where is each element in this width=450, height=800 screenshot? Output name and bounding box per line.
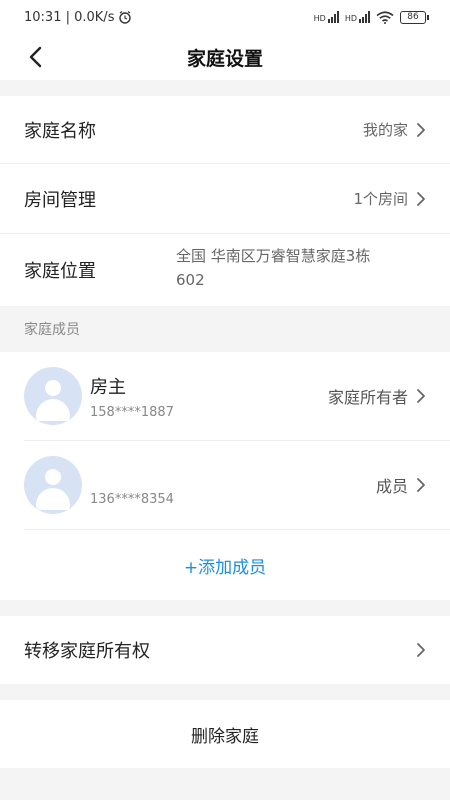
member-name: 房主 [90, 376, 126, 398]
back-button[interactable] [20, 42, 50, 72]
delete-family-button[interactable]: 删除家庭 [0, 700, 450, 768]
avatar [24, 367, 82, 425]
page-title: 家庭设置 [186, 47, 263, 70]
chevron-left-icon [29, 46, 42, 68]
chevron-right-icon [417, 643, 425, 657]
wifi-icon [376, 10, 394, 24]
family-name-value: 我的家 [362, 121, 408, 139]
battery-icon: 86 [400, 10, 429, 24]
avatar [24, 456, 82, 514]
members-section: 房主 158****1887 家庭所有者 136****8354 成员 +添加成… [0, 352, 450, 600]
member-role: 家庭所有者 [327, 388, 408, 407]
room-management-row[interactable]: 房间管理 1个房间 [0, 164, 450, 234]
family-location-value: 全国 华南区万睿智慧家庭3栋 602 [176, 244, 370, 292]
family-location-line1: 全国 华南区万睿智慧家庭3栋 [176, 247, 371, 265]
family-location-row[interactable]: 家庭位置 全国 华南区万睿智慧家庭3栋 602 [0, 234, 450, 306]
chevron-right-icon [417, 478, 425, 492]
add-member-button[interactable]: +添加成员 [0, 530, 450, 600]
family-name-label: 家庭名称 [24, 120, 96, 142]
status-time: 10:31 | 0.0K/s [24, 9, 115, 25]
member-phone: 158****1887 [90, 404, 174, 420]
signal-icon-2: HD [345, 11, 370, 23]
family-name-row[interactable]: 家庭名称 我的家 [0, 96, 450, 164]
room-management-value: 1个房间 [353, 190, 408, 208]
transfer-ownership-label: 转移家庭所有权 [24, 641, 150, 662]
signal-icon: HD [314, 11, 339, 23]
member-phone: 136****8354 [90, 491, 174, 507]
signal-label: HD [313, 14, 326, 23]
member-role: 成员 [375, 477, 408, 496]
alarm-clock-icon [119, 11, 132, 24]
members-section-title: 家庭成员 [24, 322, 80, 338]
family-location-line2: 602 [176, 271, 205, 289]
chevron-right-icon [417, 389, 425, 403]
member-row-owner[interactable]: 房主 158****1887 家庭所有者 [0, 352, 450, 440]
family-location-label: 家庭位置 [24, 261, 96, 282]
title-bar: 家庭设置 [0, 34, 450, 80]
transfer-ownership-row[interactable]: 转移家庭所有权 [0, 616, 450, 684]
member-name [90, 464, 174, 486]
room-management-label: 房间管理 [24, 189, 96, 211]
member-row-member[interactable]: 136****8354 成员 [0, 441, 450, 529]
chevron-right-icon [417, 191, 425, 206]
family-settings-section: 家庭名称 我的家 房间管理 1个房间 家庭位置 全国 华南区万睿智慧家庭3栋 6… [0, 96, 450, 306]
chevron-right-icon [417, 122, 425, 137]
signal-label-2: HD [344, 14, 357, 23]
status-bar: 10:31 | 0.0K/s HD HD 86 [0, 0, 450, 34]
